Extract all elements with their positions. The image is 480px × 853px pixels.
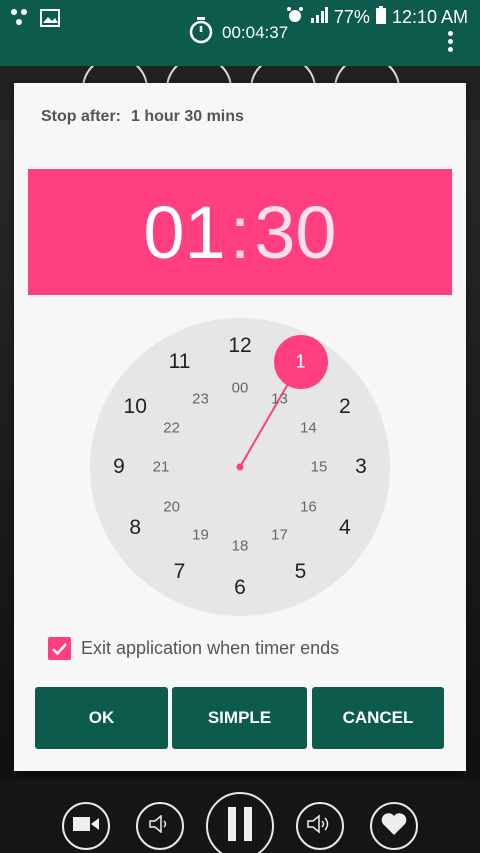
alarm-icon [286,6,304,29]
clock-time: 12:10 AM [391,7,468,27]
battery-percent: 77% [333,7,370,27]
clock-hour-00[interactable]: 00 [232,380,249,397]
exit-checkbox-label: Exit application when timer ends [81,638,340,658]
status-left-icons [8,6,60,35]
clock-hour-6[interactable]: 6 [234,576,246,600]
clock-hour-15[interactable]: 15 [311,459,328,476]
time-display: 01 : 30 [28,169,452,295]
clock-center [236,463,244,471]
clock-hour-3[interactable]: 3 [355,455,367,479]
video-camera-button[interactable] [62,802,110,850]
water-drops-icon [8,6,32,35]
minutes-display[interactable]: 30 [254,190,336,275]
video-camera-icon [73,816,99,837]
volume-up-button[interactable] [296,802,344,850]
clock-hour-7[interactable]: 7 [174,560,186,584]
clock-hour-12[interactable]: 12 [228,334,251,358]
clock-hour-19[interactable]: 19 [192,527,209,544]
status-right: 77% 12:10 AM [286,6,468,29]
clock-hour-13[interactable]: 13 [271,390,288,407]
stopwatch: 00:04:37 [188,16,288,49]
volume-high-icon [307,813,333,839]
stopwatch-icon [188,16,214,49]
clock-hour-2[interactable]: 2 [339,395,351,419]
signal-icon [310,7,328,28]
timer-dialog: Stop after: 1 hour 30 mins 01 : 30 1 12 2… [14,83,466,771]
exit-option-row[interactable]: Exit application when timer ends [48,637,339,660]
clock-hour-22[interactable]: 22 [163,419,180,436]
clock-hour-9[interactable]: 9 [113,455,125,479]
selected-hour: 1 [295,351,306,372]
ok-button[interactable]: OK [35,687,168,749]
clock-hour-20[interactable]: 20 [163,498,180,515]
clock-hour-4[interactable]: 4 [339,516,351,540]
stop-after-row: Stop after: 1 hour 30 mins [41,108,244,126]
clock-face[interactable]: 1 12 2 3 4 5 6 7 8 9 10 11 00 13 14 15 16 17 18 19 20 21 22 23 [90,318,390,616]
image-icon [40,9,60,32]
cancel-button[interactable]: CANCEL [312,687,444,749]
clock-hour-21[interactable]: 21 [153,459,170,476]
time-separator: : [229,190,251,274]
app-bar: 00:04:37 [0,17,480,66]
clock-selector[interactable]: 1 [273,335,328,390]
stop-after-value: 1 hour 30 mins [131,108,244,125]
heart-icon [381,812,407,841]
clock-hour-18[interactable]: 18 [232,538,249,555]
battery-icon [375,6,386,29]
hours-display[interactable]: 01 [143,190,225,275]
stopwatch-time: 00:04:37 [222,22,289,42]
simple-button[interactable]: SIMPLE [172,687,307,749]
player-controls [0,780,480,853]
overflow-menu-icon[interactable] [446,28,454,55]
clock-hour-10[interactable]: 10 [124,395,147,419]
exit-checkbox[interactable] [48,637,71,660]
favorite-button[interactable] [370,802,418,850]
clock-hour-8[interactable]: 8 [129,516,141,540]
clock-hour-5[interactable]: 5 [295,560,307,584]
volume-low-icon [149,813,171,838]
clock-hour-23[interactable]: 23 [192,390,209,407]
clock-hour-11[interactable]: 11 [169,350,191,374]
volume-down-button[interactable] [136,802,184,850]
pause-icon [227,806,253,846]
stop-after-label: Stop after: [41,108,121,125]
pause-button[interactable] [206,792,274,853]
clock-hour-14[interactable]: 14 [300,419,317,436]
clock-hour-16[interactable]: 16 [300,498,317,515]
clock-hour-17[interactable]: 17 [271,527,288,544]
